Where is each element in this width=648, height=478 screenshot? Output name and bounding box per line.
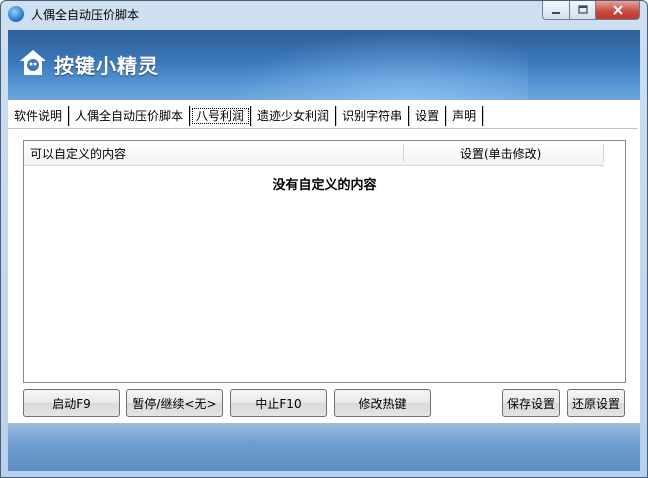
edit-hotkey-button[interactable]: 修改热键 (334, 389, 431, 417)
minimize-icon (552, 12, 560, 14)
column-header-settings[interactable]: 设置(单击修改) (460, 145, 541, 162)
window-controls (542, 1, 640, 20)
tab-profit-eight[interactable]: 八号利润 (190, 106, 252, 126)
tab-settings[interactable]: 设置 (409, 106, 447, 126)
stop-button[interactable]: 中止F10 (230, 389, 327, 417)
empty-list-message: 没有自定义的内容 (272, 178, 377, 193)
close-icon (612, 5, 623, 15)
close-button[interactable] (596, 1, 640, 20)
main-content: 软件说明 人偶全自动压价脚本 八号利润 遗迹少女利润 识别字符串 设置 声明 可… (8, 100, 640, 423)
maximize-icon (577, 5, 588, 14)
pause-resume-button[interactable]: 暂停/继续<无> (126, 389, 223, 417)
tab-auto-price-script[interactable]: 人偶全自动压价脚本 (69, 106, 191, 126)
column-header-content[interactable]: 可以自定义的内容 (30, 145, 126, 162)
custom-settings-list[interactable]: 可以自定义的内容 设置(单击修改) 没有自定义的内容 (23, 140, 626, 383)
window-title: 人偶全自动压价脚本 (31, 8, 140, 22)
tab-divider (8, 128, 638, 129)
app-window: 人偶全自动压价脚本 按键小精灵 软件说明 人偶全自动压价脚本 八号利润 遗迹少女… (0, 0, 648, 478)
logo-icon (20, 50, 46, 75)
save-settings-button[interactable]: 保存设置 (502, 389, 560, 417)
banner-glow (228, 30, 528, 100)
title-bar[interactable]: 人偶全自动压价脚本 (1, 1, 647, 27)
start-button[interactable]: 启动F9 (23, 389, 120, 417)
restore-settings-button[interactable]: 还原设置 (567, 389, 625, 417)
column-divider[interactable] (603, 144, 604, 162)
tab-strip: 软件说明 人偶全自动压价脚本 八号利润 遗迹少女利润 识别字符串 设置 声明 (8, 106, 484, 128)
list-header: 可以自定义的内容 设置(单击修改) (24, 141, 604, 166)
tab-recognize-string[interactable]: 识别字符串 (336, 106, 410, 126)
tab-software-info[interactable]: 软件说明 (8, 106, 70, 126)
app-icon (8, 6, 24, 22)
header-banner: 按键小精灵 (8, 30, 640, 100)
column-divider[interactable] (403, 144, 404, 162)
tab-statement[interactable]: 声明 (446, 106, 484, 126)
logo-text: 按键小精灵 (54, 54, 159, 78)
minimize-button[interactable] (542, 1, 570, 20)
tab-relic-girl-profit[interactable]: 遗迹少女利润 (251, 106, 337, 126)
maximize-button[interactable] (570, 1, 596, 20)
footer-bar (8, 423, 640, 471)
